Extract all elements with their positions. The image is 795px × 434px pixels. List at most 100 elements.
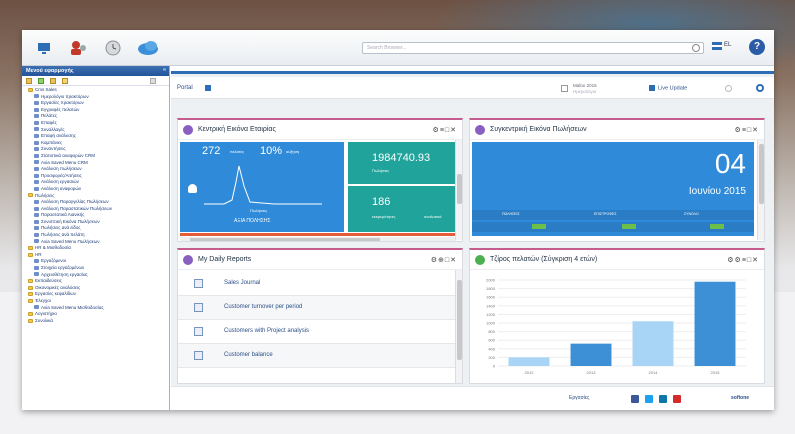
report-link[interactable]: Customer balance	[224, 352, 273, 358]
tree-item[interactable]: Πωλήσεις ανά πελάτη	[24, 232, 169, 239]
tree-item[interactable]: Axia Saved Menu CRM	[24, 160, 169, 167]
tree-folder[interactable]: Εργασίες κεφαλίδων	[24, 291, 169, 298]
monitor-icon[interactable]	[36, 40, 56, 56]
tree-label: Ανάλυση Παραστατικών Πωλήσεων	[41, 205, 112, 211]
tree-label: Cms Sales	[35, 87, 57, 92]
help-icon[interactable]: ?	[749, 39, 765, 55]
tree-label: Συναλλαγές	[41, 126, 65, 132]
date-tile[interactable]: 04 Ιουνίου 2015 ΠΩΛΗΣΕΙΣ ΕΠΙΣΤΡΟΦΕΣ ΣΥΝΟ…	[472, 142, 754, 236]
tree-item[interactable]: Προσφορές/Αιτήσεις	[24, 173, 169, 180]
live-update-button[interactable]: Live Update	[649, 85, 687, 91]
tree-folder[interactable]: HR	[24, 252, 169, 259]
report-link[interactable]: Customers with Project analysis	[224, 328, 309, 334]
tree-item[interactable]: Ανάλυση πωλήσεων	[24, 166, 169, 173]
cloud-icon[interactable]	[136, 40, 158, 56]
bar[interactable]	[508, 357, 550, 366]
tree-item[interactable]: Axia Saved Menu Πωλήσεων	[24, 239, 169, 246]
brand-logo[interactable]: softone	[731, 395, 749, 401]
tree-item[interactable]: Πελάτες	[24, 113, 169, 120]
vertical-scrollbar[interactable]	[455, 270, 462, 383]
tree-item[interactable]: Εργασίες πρακτόρων	[24, 100, 169, 107]
tree-folder[interactable]: Εκπαιδεύσεις	[24, 278, 169, 285]
report-row[interactable]: Customer turnover per period	[178, 296, 456, 320]
tree-folder[interactable]: Πωλήσεις	[24, 193, 169, 200]
twitter-icon[interactable]	[645, 395, 653, 403]
pending-tile[interactable]: 186 εκκρεμότητες αναλυτικά	[348, 186, 456, 232]
tree-item[interactable]: Επαφή ανάλυσης	[24, 133, 169, 140]
bar[interactable]	[570, 343, 612, 366]
tree-item[interactable]: Πωλήσεις ανά είδος	[24, 225, 169, 232]
tree-item[interactable]: Ημερολόγιο πρακτόρων	[24, 94, 169, 101]
tree-folder[interactable]: Λογιστήριο	[24, 311, 169, 318]
tree-folder[interactable]: Οικονομικές αναλύσεις	[24, 285, 169, 292]
tree-item[interactable]: Επαφές	[24, 120, 169, 127]
expand-icon[interactable]	[150, 78, 156, 84]
tab-portal[interactable]: Portal	[177, 85, 193, 91]
bar[interactable]	[632, 321, 674, 366]
refresh-icon[interactable]	[50, 78, 56, 84]
footer-link[interactable]: Εργασίες	[569, 395, 589, 401]
grid-icon[interactable]	[205, 85, 211, 91]
kpi-tile[interactable]: 272 πελάτες 10% αύξηση Πωλήσεις ΑΞΙΑ ΠΟΛ…	[180, 142, 344, 232]
tree-label: Παραστατικά Λιανικής	[41, 212, 85, 218]
report-icon	[194, 303, 203, 312]
scroll-thumb[interactable]	[457, 174, 462, 204]
report-row[interactable]: Customers with Project analysis	[178, 320, 456, 344]
tree-item[interactable]: Αρχειοθέτηση εργασίας	[24, 272, 169, 279]
scroll-thumb[interactable]	[457, 280, 462, 360]
search-placeholder: Search Browser...	[367, 45, 407, 51]
vertical-scrollbar[interactable]	[455, 140, 462, 240]
facebook-icon[interactable]	[631, 395, 639, 403]
tree-item[interactable]: Συναντήσεις	[24, 146, 169, 153]
language-selector[interactable]: EL	[724, 42, 731, 48]
search-icon[interactable]	[692, 44, 700, 52]
youtube-icon[interactable]	[673, 395, 681, 403]
scroll-thumb[interactable]	[759, 144, 764, 204]
bookmark-icon[interactable]	[62, 78, 68, 84]
tree-item[interactable]: Εγγραφές πελατών	[24, 107, 169, 114]
tree-item[interactable]: Παραστατικά Λιανικής	[24, 212, 169, 219]
panel-controls[interactable]: ⚙⚙≡□✕	[727, 256, 759, 264]
users-icon[interactable]	[68, 40, 88, 56]
tree-item[interactable]: Ανάλυση Παραστατικών Πωλήσεων	[24, 206, 169, 213]
tree-item[interactable]: Συναλλαγές	[24, 127, 169, 134]
folder-icon[interactable]	[26, 78, 32, 84]
tree-item[interactable]: Ανάλυση αναφορών	[24, 186, 169, 193]
tree-item[interactable]: Συνοπτική Εικόνα Πωλήσεων	[24, 219, 169, 226]
add-icon[interactable]	[38, 78, 44, 84]
linkedin-icon[interactable]	[659, 395, 667, 403]
search-icon[interactable]	[725, 85, 732, 92]
panel-controls[interactable]: ⚙⊕□✕	[431, 256, 457, 264]
sales-summary-row: ΠΩΛΗΣΕΙΣ ΕΠΙΣΤΡΟΦΕΣ ΣΥΝΟΛΟ	[472, 210, 754, 220]
search-input[interactable]: Search Browser...	[362, 42, 704, 54]
tree-item[interactable]: Καμπάνιες	[24, 140, 169, 147]
tree-folder[interactable]: HR & Μισθοδοσία	[24, 245, 169, 252]
settings-icon[interactable]	[756, 84, 764, 92]
tree-item[interactable]: Εργαζόμενοι	[24, 258, 169, 265]
calendar-widget[interactable]: Μαΐου 2015 Ημερολόγιο	[561, 83, 621, 95]
report-row[interactable]: Customer balance	[178, 344, 456, 368]
tree-folder[interactable]: Συνολικά	[24, 318, 169, 325]
tree-item[interactable]: Axia Saved Menu Μισθοδοσίας	[24, 305, 169, 312]
report-row[interactable]: Sales Journal	[178, 272, 456, 296]
sales-tile[interactable]: 1984740.93 Πωλήσεις	[348, 142, 456, 184]
report-link[interactable]: Customer turnover per period	[224, 304, 302, 310]
panel-controls[interactable]: ⚙≡□✕	[433, 126, 457, 134]
panel-title: Τζίρος πελατών (Σύγκριση 4 ετών)	[490, 256, 598, 263]
flag-icon[interactable]	[712, 42, 722, 52]
tree-item[interactable]: Ανάλυση εργασιών	[24, 179, 169, 186]
collapse-icon[interactable]: «	[163, 67, 166, 73]
clock-icon[interactable]	[104, 40, 124, 56]
panel-controls[interactable]: ⚙≡□✕	[735, 126, 759, 134]
bar[interactable]	[694, 281, 736, 366]
tree-item[interactable]: Στατιστικά αναφορών CRM	[24, 153, 169, 160]
tree-item[interactable]: Ανάλυση Παραγγελίας Πωλήσεων	[24, 199, 169, 206]
tree-folder[interactable]: Έλεγχοι	[24, 298, 169, 305]
vertical-scrollbar[interactable]	[757, 140, 764, 240]
scroll-thumb[interactable]	[190, 238, 380, 241]
tree-folder[interactable]: Cms Sales	[24, 87, 169, 94]
tree-item[interactable]: Στοιχεία εργαζομένων	[24, 265, 169, 272]
horizontal-scrollbar[interactable]	[180, 237, 456, 241]
report-link[interactable]: Sales Journal	[224, 280, 260, 286]
day-number: 04	[714, 148, 746, 179]
